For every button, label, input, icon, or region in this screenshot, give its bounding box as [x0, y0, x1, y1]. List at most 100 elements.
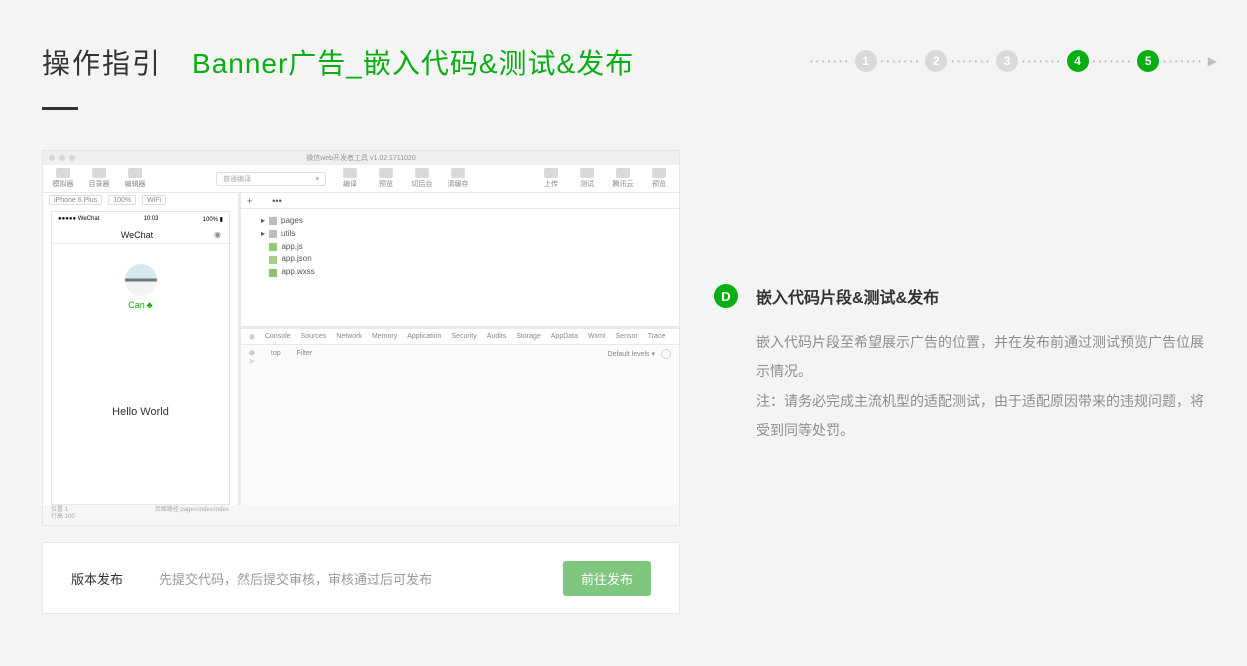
console-levels[interactable]: Default levels ▾	[608, 350, 655, 358]
battery-label: 100% ▮	[203, 216, 223, 223]
cloud-icon	[616, 168, 630, 178]
devtools-tab[interactable]: Console	[265, 333, 291, 340]
toolbar-label: 编辑器	[125, 179, 146, 189]
toolbar-btn-compile[interactable]: 编译	[338, 168, 362, 189]
ide-footer: 位置 1 行高 100 页面路径 pages/index/index	[43, 505, 679, 525]
window-title: 微信web开发者工具 v1.02.1711020	[43, 153, 679, 163]
tree-label: utils	[281, 228, 295, 241]
step-badge: D	[714, 284, 738, 308]
step-4[interactable]: 4	[1067, 50, 1089, 72]
step-2[interactable]: 2	[925, 50, 947, 72]
time-label: 10:03	[144, 216, 159, 222]
file-toolbar: + •••	[241, 193, 679, 209]
nav-title: WeChat	[121, 230, 153, 240]
network-select[interactable]: WiFi	[142, 195, 166, 205]
cache-icon	[451, 168, 465, 178]
devtools-tab[interactable]: Wxml	[588, 333, 606, 340]
console-context[interactable]: top	[271, 350, 281, 357]
tree-folder[interactable]: ▸ utils	[261, 228, 669, 241]
publish-label: 版本发布	[71, 569, 123, 588]
devtools-tab[interactable]: Sources	[301, 333, 327, 340]
step-1[interactable]: 1	[855, 50, 877, 72]
simulator-controls: iPhone 6 Plus 100% WiFi	[43, 193, 238, 207]
toolbar-btn-preview[interactable]: 预览	[374, 168, 398, 189]
devtools-tabs: ⊘ Console Sources Network Memory Applica…	[241, 329, 679, 345]
compile-select-label: 普通编译	[223, 174, 251, 184]
toolbar-btn-simulator[interactable]: 模拟器	[51, 168, 75, 189]
settings-dot-icon[interactable]	[661, 349, 671, 359]
toolbar-btn-editor[interactable]: 编辑器	[123, 168, 147, 189]
dots-icon: •••••••	[1022, 57, 1063, 66]
tree-file[interactable]: app.wxss	[261, 266, 669, 279]
bg-icon	[415, 168, 429, 178]
dots-icon: •••••••	[810, 57, 851, 66]
devtools-tab[interactable]: Trace	[648, 333, 666, 340]
eye-icon	[379, 168, 393, 178]
arrow-right-icon: ▶	[1208, 54, 1217, 68]
toolbar-btn-cache[interactable]: 清缓存	[446, 168, 470, 189]
tree-folder[interactable]: ▸ pages	[261, 215, 669, 228]
footer-lh: 行高 100	[51, 514, 75, 521]
devtools-tab[interactable]: Application	[407, 333, 441, 340]
plant-icon: ♣	[147, 300, 153, 310]
toolbar-btn-cloud[interactable]: 腾讯云	[611, 168, 635, 189]
status-bar: ●●●●● WeChat 10:03 100% ▮	[52, 212, 229, 226]
devtools-tab[interactable]: Sensor	[616, 333, 638, 340]
explanation-p2: 注：请务必完成主流机型的适配测试，由于适配原因带来的违规问题，将受到同等处罚。	[756, 387, 1205, 446]
toolbar-label: 切后台	[412, 179, 433, 189]
avatar	[125, 264, 157, 296]
ban-icon[interactable]: ⊘	[249, 349, 255, 357]
toolbar-label: 目录器	[89, 179, 110, 189]
page-title: Banner广告_嵌入代码&测试&发布	[192, 42, 634, 82]
step-5[interactable]: 5	[1137, 50, 1159, 72]
compile-select[interactable]: 普通编译▾	[216, 172, 326, 186]
test-icon	[580, 168, 594, 178]
ide-window: 微信web开发者工具 v1.02.1711020 模拟器 目录器 编辑器 普通编…	[43, 151, 679, 525]
file-tree[interactable]: ▸ pages ▸ utils app.js app.json app.wxss	[241, 209, 679, 329]
js-file-icon	[269, 243, 277, 251]
username: Can♣	[128, 300, 152, 310]
file-menu-button[interactable]: •••	[272, 196, 281, 206]
toolbar-btn-test[interactable]: 测试	[575, 168, 599, 189]
device-select[interactable]: iPhone 6 Plus	[49, 195, 102, 205]
explanation-p1: 嵌入代码片段至希望展示广告的位置，并在发布前通过测试预览广告位展示情况。	[756, 328, 1205, 387]
devtools-tab[interactable]: Memory	[372, 333, 397, 340]
console-body[interactable]: ⊘ top Filter Default levels ▾ >	[241, 345, 679, 505]
devtools-tab[interactable]: Security	[451, 333, 476, 340]
capsule-icon[interactable]: ◉	[214, 230, 221, 239]
tree-file[interactable]: app.js	[261, 241, 669, 254]
tree-file[interactable]: app.json	[261, 253, 669, 266]
toolbar-btn-upload[interactable]: 上传	[539, 168, 563, 189]
phone-frame: ●●●●● WeChat 10:03 100% ▮ WeChat ◉ Can♣ …	[51, 211, 230, 505]
explanation-block: D 嵌入代码片段&测试&发布 嵌入代码片段至希望展示广告的位置，并在发布前通过测…	[714, 284, 1205, 446]
devtools-tab[interactable]: AppData	[551, 333, 578, 340]
folder-icon	[269, 230, 277, 238]
dots-icon: •••••••	[881, 57, 922, 66]
step-3[interactable]: 3	[996, 50, 1018, 72]
simulator-icon	[56, 168, 70, 178]
ide-screenshot: 微信web开发者工具 v1.02.1711020 模拟器 目录器 编辑器 普通编…	[42, 150, 680, 526]
carrier-label: ●●●●● WeChat	[58, 216, 99, 222]
toolbar-label: 预览	[652, 179, 666, 189]
devtools-tab[interactable]: Audits	[487, 333, 506, 340]
ban-icon[interactable]: ⊘	[249, 333, 255, 341]
play-icon	[343, 168, 357, 178]
dots-icon: •••••••	[1093, 57, 1134, 66]
publish-button[interactable]: 前往发布	[563, 561, 651, 596]
toolbar-label: 腾讯云	[613, 179, 634, 189]
footer-path: 页面路径 pages/index/index	[155, 507, 229, 514]
toolbar-btn-dirs[interactable]: 目录器	[87, 168, 111, 189]
zoom-select[interactable]: 100%	[108, 195, 136, 205]
devtools-tab[interactable]: Storage	[516, 333, 541, 340]
tree-label: app.json	[281, 253, 311, 266]
devtools-tab[interactable]: Network	[336, 333, 362, 340]
new-file-button[interactable]: +	[247, 196, 252, 206]
explanation-header: D 嵌入代码片段&测试&发布	[714, 284, 1205, 308]
more-icon	[652, 168, 666, 178]
toolbar-btn-bg[interactable]: 切后台	[410, 168, 434, 189]
toolbar-btn-more[interactable]: 预览	[647, 168, 671, 189]
ide-toolbar: 模拟器 目录器 编辑器 普通编译▾ 编译 预览 切后台 清缓存 上传 测试 腾讯…	[43, 165, 679, 193]
json-file-icon	[269, 256, 277, 264]
stepper: ••••••• 1 ••••••• 2 ••••••• 3 ••••••• 4 …	[810, 50, 1217, 72]
console-filter[interactable]: Filter	[297, 350, 313, 357]
